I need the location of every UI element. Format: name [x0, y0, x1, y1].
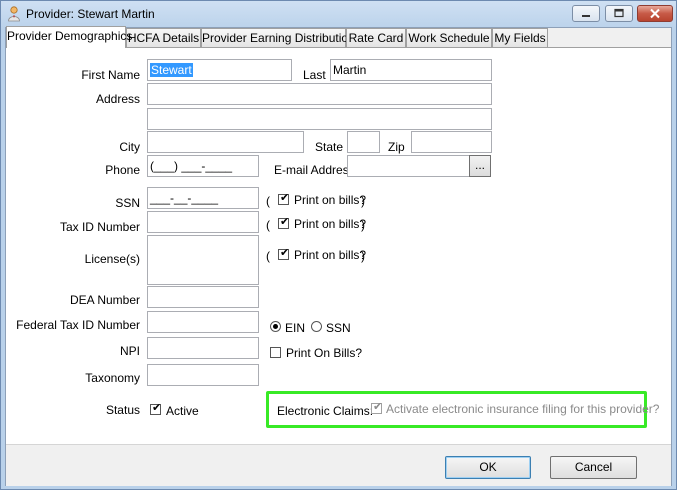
- tab-label: Provider Earning Distribution: [202, 31, 355, 45]
- email-label: E-mail Address: [274, 163, 355, 177]
- window-title: Provider: Stewart Martin: [26, 7, 155, 21]
- tab-label: My Fields: [494, 31, 546, 45]
- address-line1-field[interactable]: [147, 83, 492, 105]
- checkmark-icon: ✔: [280, 192, 290, 204]
- first-name-value: Stewart: [150, 63, 193, 77]
- tax-id-print-checkbox[interactable]: ✔: [278, 216, 290, 229]
- cancel-button[interactable]: Cancel: [550, 456, 637, 479]
- electronic-claims-label: Electronic Claims:: [277, 404, 374, 418]
- email-field[interactable]: [347, 155, 470, 177]
- tab-label: HCFA Details: [127, 31, 200, 45]
- first-name-label: First Name: [81, 68, 140, 82]
- license-print-checkbox[interactable]: ✔: [278, 247, 290, 260]
- federal-tax-id-label: Federal Tax ID Number: [16, 318, 140, 332]
- npi-field[interactable]: [147, 337, 259, 359]
- paren-open: (: [266, 194, 270, 208]
- paren-close: ): [361, 249, 365, 263]
- minimize-icon: [582, 15, 590, 17]
- checkmark-icon: ✔: [152, 402, 162, 414]
- radio-dot-icon: [273, 324, 278, 329]
- ssn-print-label: Print on bills?: [294, 193, 367, 207]
- close-icon: [650, 8, 660, 19]
- tab-rate-card[interactable]: Rate Card: [346, 28, 406, 47]
- provider-demographics-page: First Name Stewart Last Martin Address C…: [6, 47, 671, 444]
- provider-person-icon: [8, 6, 20, 22]
- license-field[interactable]: [147, 235, 259, 285]
- npi-print-checkbox[interactable]: [270, 347, 281, 358]
- provider-window: Provider: Stewart Martin Provider Demogr…: [0, 0, 677, 490]
- paren-close: ): [361, 218, 365, 232]
- address-line2-field[interactable]: [147, 108, 492, 130]
- maximize-icon: [614, 8, 624, 18]
- maximize-button[interactable]: [605, 5, 633, 22]
- active-label: Active: [166, 404, 199, 418]
- tab-label: Rate Card: [348, 31, 404, 45]
- paren-close: ): [361, 194, 365, 208]
- city-field[interactable]: [147, 131, 304, 153]
- close-button[interactable]: [637, 5, 673, 22]
- ein-label: EIN: [285, 321, 306, 335]
- ssn-field[interactable]: ___-__-____: [147, 187, 259, 209]
- tab-provider-earning-distribution[interactable]: Provider Earning Distribution: [201, 28, 355, 47]
- active-checkbox[interactable]: ✔: [150, 402, 162, 415]
- ein-radio[interactable]: [270, 321, 281, 332]
- state-label: State: [315, 140, 344, 154]
- electronic-claims-checkbox-label: Activate electronic insurance filing for…: [386, 402, 660, 416]
- last-name-label: Last: [303, 68, 326, 82]
- paren-open: (: [266, 249, 270, 263]
- dialog-client: Provider Demographics HCFA Details Provi…: [5, 26, 672, 486]
- paren-open: (: [266, 218, 270, 232]
- state-field[interactable]: [347, 131, 380, 153]
- zip-label: Zip: [388, 140, 405, 154]
- dea-field[interactable]: [147, 286, 259, 308]
- minimize-button[interactable]: [572, 5, 600, 22]
- tab-provider-demographics[interactable]: Provider Demographics: [6, 26, 132, 48]
- tab-label: Work Schedule: [408, 31, 490, 45]
- email-browse-button[interactable]: ...: [469, 155, 491, 177]
- tab-my-fields[interactable]: My Fields: [492, 28, 548, 47]
- license-print-label: Print on bills?: [294, 248, 367, 262]
- license-label: License(s): [84, 252, 140, 266]
- checkmark-icon: ✔: [280, 216, 290, 228]
- taxonomy-label: Taxonomy: [85, 371, 140, 385]
- phone-field[interactable]: (___) ___-____: [147, 155, 259, 177]
- first-name-field[interactable]: Stewart: [147, 59, 292, 81]
- status-label: Status: [105, 403, 140, 417]
- dea-label: DEA Number: [69, 293, 140, 307]
- zip-field[interactable]: [411, 131, 492, 153]
- tab-hcfa-details[interactable]: HCFA Details: [126, 28, 201, 47]
- tax-id-field[interactable]: [147, 211, 259, 233]
- ssn-radio-label: SSN: [326, 321, 351, 335]
- tab-strip: Provider Demographics HCFA Details Provi…: [6, 26, 671, 48]
- title-bar[interactable]: Provider: Stewart Martin: [1, 1, 676, 27]
- ok-button[interactable]: OK: [445, 456, 531, 479]
- city-label: City: [119, 140, 140, 154]
- last-name-field[interactable]: Martin: [330, 59, 492, 81]
- address-label: Address: [95, 92, 140, 106]
- ssn-label: SSN: [115, 196, 140, 210]
- npi-print-label: Print On Bills?: [286, 346, 363, 360]
- tab-work-schedule[interactable]: Work Schedule: [406, 28, 492, 47]
- ssn-print-checkbox[interactable]: ✔: [278, 192, 290, 205]
- tax-id-label: Tax ID Number: [59, 220, 140, 234]
- tax-id-print-label: Print on bills?: [294, 217, 367, 231]
- electronic-claims-checkbox[interactable]: ✔: [371, 401, 383, 414]
- phone-label: Phone: [105, 163, 140, 177]
- federal-tax-id-field[interactable]: [147, 311, 259, 333]
- button-bar: OK Cancel: [6, 444, 671, 486]
- checkmark-icon: ✔: [373, 401, 383, 413]
- ssn-radio[interactable]: [311, 321, 322, 332]
- checkmark-icon: ✔: [280, 247, 290, 259]
- npi-label: NPI: [119, 344, 140, 358]
- taxonomy-field[interactable]: [147, 364, 259, 386]
- tab-label: Provider Demographics: [7, 29, 133, 43]
